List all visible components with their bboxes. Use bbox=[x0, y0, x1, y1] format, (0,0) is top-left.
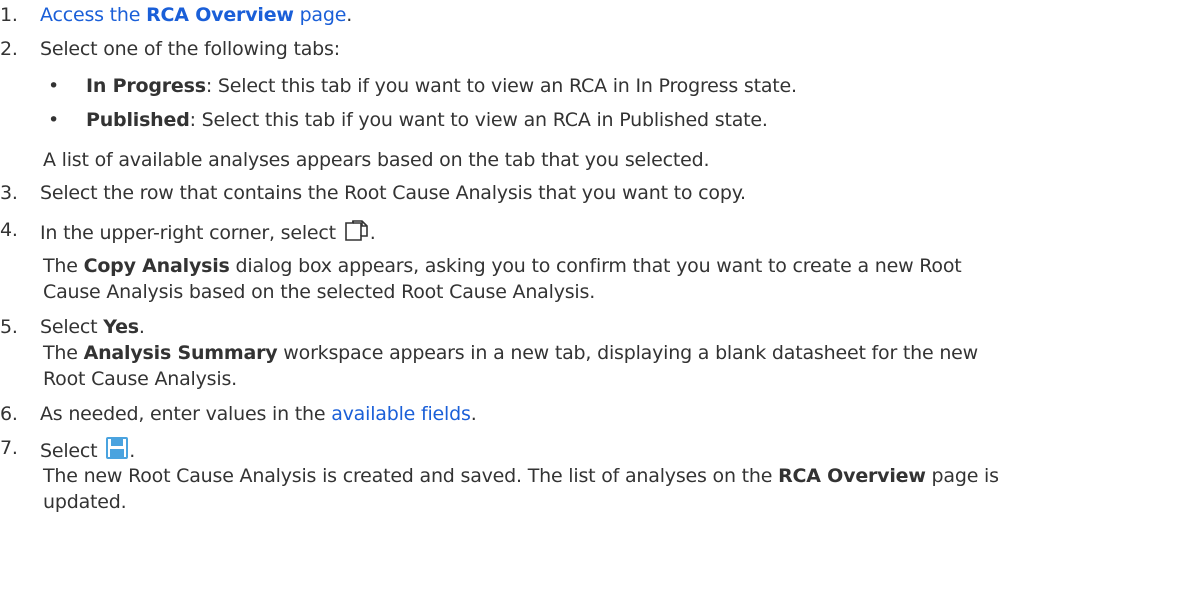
step-5: 5. Select Yes. bbox=[0, 315, 145, 339]
tab-description: : Select this tab if you want to view an… bbox=[189, 109, 768, 131]
text: The bbox=[43, 342, 84, 364]
step-text-end: . bbox=[369, 222, 376, 244]
step-text: As needed, enter values in the bbox=[40, 403, 332, 425]
page-name: RCA Overview bbox=[778, 465, 926, 487]
tab-option-in-progress: • In Progress: Select this tab if you wa… bbox=[0, 74, 797, 98]
step-number: 7. bbox=[0, 437, 18, 459]
step-4-result-line2: Cause Analysis based on the selected Roo… bbox=[43, 281, 596, 303]
text: dialog box appears, asking you to confir… bbox=[229, 255, 962, 277]
text: The new Root Cause Analysis is created a… bbox=[43, 465, 779, 487]
text: workspace appears in a new tab, displayi… bbox=[277, 342, 978, 364]
step-3: 3. Select the row that contains the Root… bbox=[0, 181, 746, 205]
step-2: 2. Select one of the following tabs: bbox=[0, 37, 340, 61]
step-number: 3. bbox=[0, 182, 18, 204]
text: The bbox=[43, 255, 84, 277]
step-text: In the upper-right corner, select bbox=[40, 222, 342, 244]
link-bold-text: RCA Overview bbox=[146, 4, 294, 26]
step-text-end: . bbox=[138, 316, 145, 338]
step-text: Select the row that contains the Root Ca… bbox=[40, 182, 746, 204]
bullet: • bbox=[48, 75, 60, 97]
step-text-end: . bbox=[470, 403, 477, 425]
step-number: 5. bbox=[0, 316, 18, 338]
step-text: . bbox=[346, 4, 353, 26]
step-number: 4. bbox=[0, 219, 18, 241]
tab-name: Published bbox=[86, 109, 190, 131]
link-text: Access the bbox=[40, 4, 147, 26]
available-fields-link[interactable]: available fields bbox=[331, 403, 471, 425]
yes-label: Yes bbox=[103, 316, 139, 338]
step-text: Select one of the following tabs: bbox=[40, 38, 340, 60]
workspace-name: Analysis Summary bbox=[83, 342, 278, 364]
tab-name: In Progress bbox=[86, 75, 206, 97]
step-text: Select bbox=[40, 316, 104, 338]
step-7: 7. Select . bbox=[0, 436, 135, 466]
step-4-result-line1: The Copy Analysis dialog box appears, as… bbox=[43, 254, 962, 278]
step-5-result-line2: Root Cause Analysis. bbox=[43, 368, 237, 390]
save-icon bbox=[105, 436, 129, 466]
bullet: • bbox=[48, 109, 60, 131]
step-5-result-line1: The Analysis Summary workspace appears i… bbox=[43, 341, 978, 365]
step-7-result-line2: updated. bbox=[43, 491, 127, 513]
step-4: 4. In the upper-right corner, select . bbox=[0, 218, 376, 248]
step-1: 1. Access the RCA Overview page. bbox=[0, 3, 352, 27]
copy-icon bbox=[344, 218, 370, 248]
step-number: 6. bbox=[0, 403, 18, 425]
procedure-document: 1. Access the RCA Overview page. 2. Sele… bbox=[0, 0, 1181, 616]
text: page is bbox=[925, 465, 999, 487]
rca-overview-link[interactable]: Access the RCA Overview page bbox=[40, 4, 346, 26]
step-text: Select bbox=[40, 440, 104, 462]
step-number: 2. bbox=[0, 38, 18, 60]
step-text-end: . bbox=[129, 440, 136, 462]
step-2-result: A list of available analyses appears bas… bbox=[43, 149, 710, 171]
link-text-end: page bbox=[293, 4, 347, 26]
step-7-result-line1: The new Root Cause Analysis is created a… bbox=[43, 464, 999, 488]
step-6: 6. As needed, enter values in the availa… bbox=[0, 402, 477, 426]
tab-description: : Select this tab if you want to view an… bbox=[205, 75, 797, 97]
tab-option-published: • Published: Select this tab if you want… bbox=[0, 108, 768, 132]
step-number: 1. bbox=[0, 4, 18, 26]
dialog-name: Copy Analysis bbox=[83, 255, 230, 277]
